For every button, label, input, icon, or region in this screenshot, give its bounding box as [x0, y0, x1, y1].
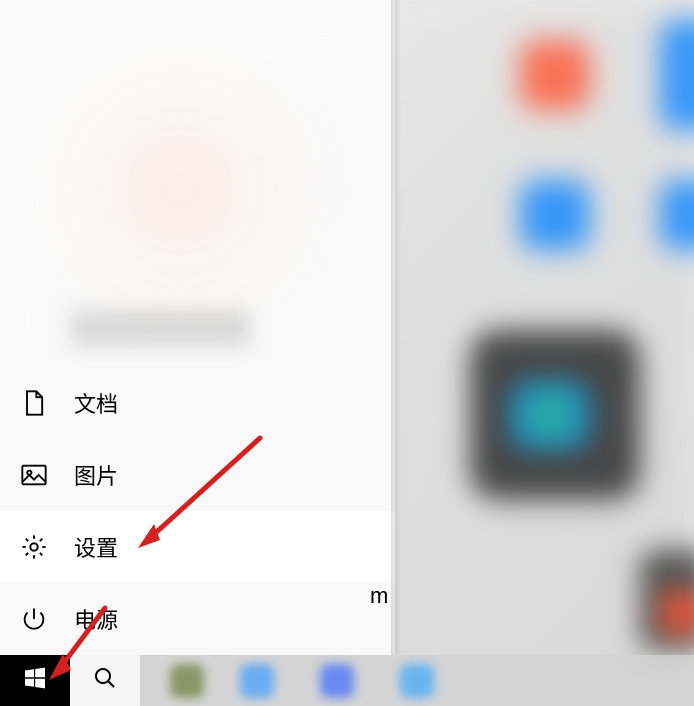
desktop-app-icon: [660, 180, 694, 250]
start-button[interactable]: [0, 655, 70, 706]
desktop-app-icon: [660, 590, 694, 635]
document-icon: [20, 389, 48, 417]
taskbar-app-icon[interactable]: [400, 664, 434, 698]
taskbar-search-button[interactable]: [70, 655, 140, 706]
power-icon: [20, 605, 48, 633]
desktop-app-icon: [520, 40, 590, 110]
taskbar-app-icon[interactable]: [240, 664, 274, 698]
panel-blur-text: [70, 310, 250, 346]
windows-logo-icon: [23, 666, 47, 695]
settings-menu-item[interactable]: 设置: [0, 511, 395, 583]
desktop-app-icon: [520, 180, 590, 250]
taskbar-app-icon[interactable]: [170, 664, 204, 698]
power-label: 电源: [74, 603, 118, 635]
panel-blur: [50, 60, 310, 320]
documents-label: 文档: [74, 387, 118, 419]
search-icon: [93, 666, 117, 695]
taskbar: [0, 655, 694, 706]
power-menu-item[interactable]: 电源: [0, 583, 395, 655]
desktop-app-icon: [510, 380, 590, 450]
pictures-icon: [20, 461, 48, 489]
documents-menu-item[interactable]: 文档: [0, 367, 395, 439]
taskbar-pinned-area: [140, 655, 694, 706]
start-menu-panel: 文档 图片 设置 电源: [0, 0, 395, 655]
gear-icon: [20, 533, 48, 561]
pictures-label: 图片: [74, 459, 118, 491]
taskbar-app-icon[interactable]: [320, 664, 354, 698]
start-menu-left-list: 文档 图片 设置 电源: [0, 367, 395, 655]
stray-character: m: [370, 583, 388, 609]
desktop-app-icon: [660, 20, 694, 130]
pictures-menu-item[interactable]: 图片: [0, 439, 395, 511]
settings-label: 设置: [74, 531, 118, 563]
